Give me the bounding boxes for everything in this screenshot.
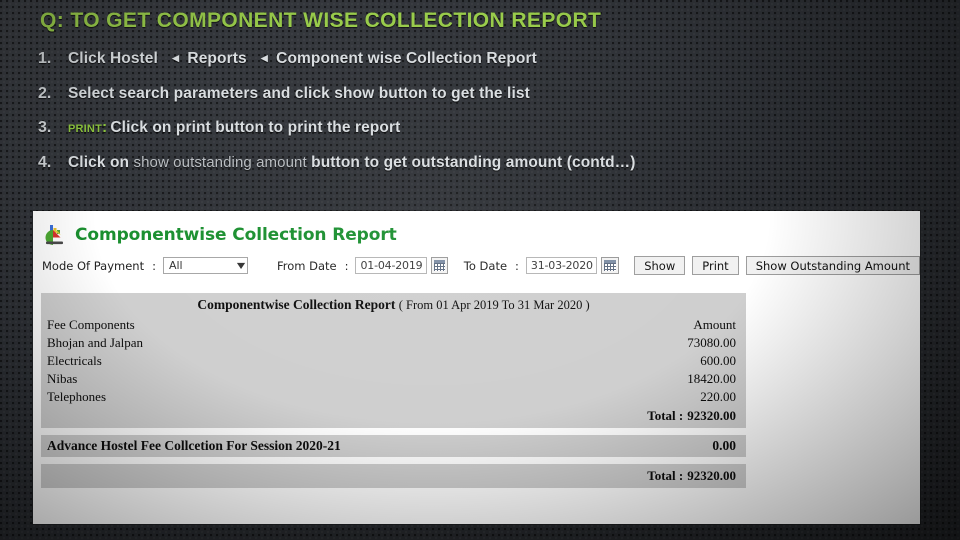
- application-screenshot: Componentwise Collection Report Mode Of …: [33, 211, 920, 524]
- list-item: 3. Print: Click on print button to print …: [38, 119, 928, 154]
- report-content: Componentwise Collection Report ( From 0…: [41, 293, 746, 488]
- to-date-label: To Date: [463, 258, 508, 273]
- chevron-down-icon: ▼: [236, 261, 246, 270]
- advance-fee-row: Advance Hostel Fee Collcetion For Sessio…: [41, 435, 746, 457]
- colon-separator: :: [515, 258, 519, 273]
- steps-list: 1. Click Hostel ◂ Reports ◂ Component wi…: [38, 50, 928, 188]
- print-label: Print:: [68, 119, 108, 136]
- cell-amount: 600.00: [700, 353, 736, 368]
- arrow-icon: ◂: [261, 50, 268, 65]
- report-toolbar: Mode Of Payment : All ▼ From Date : 01-0…: [33, 250, 920, 282]
- step-number: 4.: [38, 153, 52, 171]
- step-text: Click Hostel ◂ Reports ◂ Component wise …: [68, 50, 537, 68]
- step-text: Click on show outstanding amount button …: [68, 154, 636, 172]
- mode-of-payment-label: Mode Of Payment: [42, 258, 145, 273]
- column-header-amount: Amount: [693, 317, 736, 332]
- report-grand-total-row: Total : 92320.00: [41, 464, 746, 488]
- column-header-component: Fee Components: [47, 317, 135, 332]
- to-date-calendar-icon[interactable]: [601, 257, 619, 274]
- report-total-row: Total : 92320.00: [41, 406, 746, 428]
- step-number: 1.: [38, 50, 52, 67]
- colon-separator: :: [344, 258, 349, 273]
- cell-component: Bhojan and Jalpan: [47, 335, 144, 350]
- colon-separator: :: [152, 258, 156, 273]
- from-date-calendar-icon[interactable]: [430, 257, 449, 274]
- table-header-row: Fee Components Amount: [41, 316, 746, 334]
- cell-amount: 18420.00: [687, 371, 736, 386]
- step-part: Reports: [187, 50, 247, 67]
- mode-of-payment-select[interactable]: All ▼: [162, 257, 249, 274]
- total-value: 92320.00: [687, 408, 736, 423]
- step-part: Collection Report: [406, 50, 537, 67]
- print-button[interactable]: Print: [692, 256, 739, 275]
- step-part: button to get outstanding amount (contd……: [306, 153, 636, 171]
- show-button[interactable]: Show: [634, 256, 686, 275]
- table-row: Electricals 600.00: [41, 352, 746, 370]
- grand-total-value: 92320.00: [687, 468, 736, 483]
- step-part: Component wise: [276, 50, 402, 67]
- table-row: Bhojan and Jalpan 73080.00: [41, 334, 746, 352]
- report-title-range: ( From 01 Apr 2019 To 31 Mar 2020 ): [398, 298, 590, 312]
- cell-amount: 73080.00: [687, 335, 736, 350]
- cell-component: Electricals: [47, 353, 102, 368]
- arrow-icon: ◂: [172, 50, 179, 65]
- step-part: Click on: [68, 153, 134, 171]
- app-header: Componentwise Collection Report: [33, 211, 920, 250]
- list-item: 1. Click Hostel ◂ Reports ◂ Component wi…: [38, 50, 928, 85]
- step-part: Click Hostel: [68, 50, 158, 67]
- step-text: Print: Click on print button to print the…: [68, 119, 400, 137]
- step-number: 2.: [38, 84, 52, 102]
- advance-fee-value: 0.00: [712, 438, 736, 453]
- to-date-input[interactable]: 31-03-2020: [525, 257, 598, 274]
- from-date-label: From Date: [276, 258, 337, 273]
- list-item: 2. Select search parameters and click sh…: [38, 85, 928, 120]
- report-title-bold: Componentwise Collection Report: [197, 297, 396, 312]
- grand-total-label: Total :: [647, 468, 684, 483]
- list-item: 4. Click on show outstanding amount butt…: [38, 154, 928, 189]
- app-title: Componentwise Collection Report: [75, 225, 397, 245]
- cell-component: Nibas: [47, 371, 78, 386]
- show-outstanding-amount-button[interactable]: Show Outstanding Amount: [745, 256, 920, 275]
- from-date-input[interactable]: 01-04-2019: [355, 257, 427, 274]
- slide-background: Q: TO GET COMPONENT WISE COLLECTION REPO…: [0, 0, 960, 540]
- advance-fee-label: Advance Hostel Fee Collcetion For Sessio…: [47, 438, 341, 453]
- page-title: Q: TO GET COMPONENT WISE COLLECTION REPO…: [40, 9, 602, 32]
- total-label: Total :: [647, 408, 684, 423]
- report-main-block: Componentwise Collection Report ( From 0…: [41, 293, 746, 428]
- step-number: 3.: [38, 119, 52, 136]
- report-title: Componentwise Collection Report ( From 0…: [41, 293, 746, 316]
- mode-of-payment-value: All: [168, 259, 183, 272]
- divider: [41, 457, 746, 464]
- divider: [41, 428, 746, 435]
- step-part: Select search parameters and click show …: [68, 84, 530, 102]
- cell-component: Telephones: [47, 389, 107, 404]
- cell-amount: 220.00: [700, 389, 736, 404]
- table-row: Telephones 220.00: [41, 388, 746, 406]
- step-text: Select search parameters and click show …: [68, 85, 530, 103]
- pie-chart-icon: [42, 223, 68, 247]
- step-part: Click on print button to print the repor…: [110, 119, 401, 136]
- table-row: Nibas 18420.00: [41, 370, 746, 388]
- step-part-emphasis: show outstanding amount: [133, 153, 307, 171]
